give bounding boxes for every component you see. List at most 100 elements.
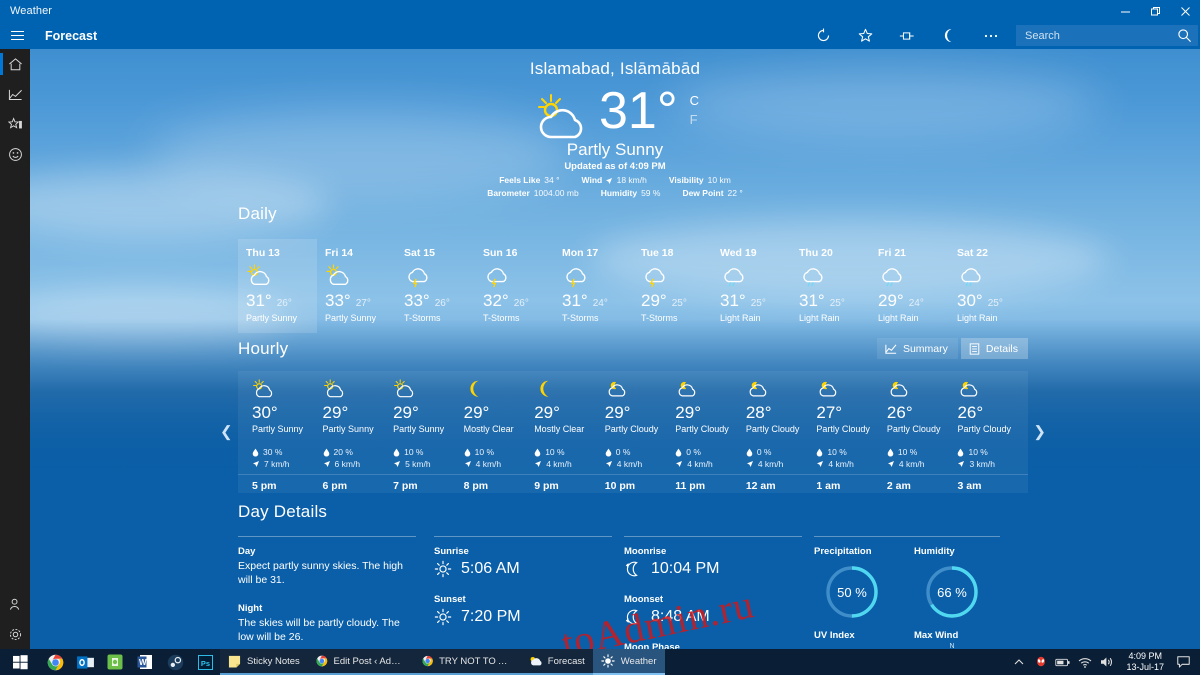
hourly-card[interactable]: 27° Partly Cloudy 10 % 4 km/h bbox=[816, 371, 887, 470]
partly-sunny-icon bbox=[393, 379, 464, 401]
sun-icon bbox=[434, 560, 452, 578]
daily-card-high: 33° bbox=[325, 291, 351, 311]
minimize-icon[interactable] bbox=[1110, 0, 1140, 22]
chevron-up-icon[interactable] bbox=[1008, 649, 1030, 675]
daily-card[interactable]: Fri 14 33° bbox=[317, 239, 396, 333]
daily-card[interactable]: Thu 20 31° 25° bbox=[791, 239, 870, 333]
outlook-icon[interactable] bbox=[70, 649, 100, 675]
hourly-card[interactable]: 29° Mostly Clear 10 % 4 km/h bbox=[534, 371, 605, 470]
tab-summary-label: Summary bbox=[903, 343, 948, 355]
taskbar-task-forecast[interactable]: Forecast bbox=[520, 649, 593, 675]
daily-card-low: 25° bbox=[830, 298, 845, 309]
hourly-section-title: Hourly bbox=[238, 339, 288, 359]
daily-card[interactable]: Wed 19 31° 25° bbox=[712, 239, 791, 333]
daily-card[interactable]: Fri 21 29° 24° bbox=[870, 239, 949, 333]
steam-icon[interactable] bbox=[160, 649, 190, 675]
hourly-stats: 10 % 4 km/h bbox=[464, 446, 535, 470]
tab-details[interactable]: Details bbox=[961, 338, 1028, 359]
hourly-card[interactable]: 29° Mostly Clear 10 % 4 km/h bbox=[464, 371, 535, 470]
hamburger-menu-icon[interactable] bbox=[2, 22, 32, 49]
current-condition-text: Partly Sunny bbox=[30, 140, 1200, 160]
day-details-column-moon: Moonrise 10:04 PM Moonset bbox=[624, 536, 814, 649]
daily-card-day: Sat 22 bbox=[957, 247, 1028, 259]
search-icon[interactable] bbox=[1177, 28, 1192, 48]
hourly-card[interactable]: 29° Partly Cloudy 0 % 4 km/h bbox=[605, 371, 676, 470]
volume-icon[interactable] bbox=[1096, 649, 1118, 675]
daily-card[interactable]: Sat 15 33° 26° T-Storms bbox=[396, 239, 475, 333]
taskbar-task-edit-post[interactable]: Edit Post ‹ Addictiv... bbox=[308, 649, 414, 675]
sidebar-item-favorites[interactable] bbox=[0, 109, 30, 139]
evernote-icon[interactable] bbox=[100, 649, 130, 675]
sidebar-item-maps[interactable] bbox=[0, 79, 30, 109]
windows-start-icon[interactable] bbox=[0, 649, 40, 675]
chevron-left-icon[interactable]: ❮ bbox=[220, 425, 233, 440]
restore-icon[interactable] bbox=[1140, 0, 1170, 22]
battery-icon[interactable] bbox=[1052, 649, 1074, 675]
hourly-card[interactable]: 29° Partly Sunny 10 % 5 km/h bbox=[393, 371, 464, 470]
search-input[interactable]: Search bbox=[1016, 25, 1198, 46]
partly-cloudy-night-icon bbox=[675, 379, 746, 401]
pin-icon[interactable] bbox=[886, 22, 928, 49]
hourly-card[interactable]: 28° Partly Cloudy 0 % 4 km/h bbox=[746, 371, 817, 470]
light-rain-icon bbox=[878, 264, 949, 290]
current-temperature: 31° bbox=[599, 83, 678, 139]
hourly-temp: 29° bbox=[393, 403, 464, 423]
moonset-label: Moonset bbox=[624, 594, 814, 605]
taskbar-task-try-not-to-aww[interactable]: TRY NOT TO AWW... bbox=[414, 649, 520, 675]
day-label: Day bbox=[238, 546, 434, 557]
moonset-value: 8:48 AM bbox=[651, 608, 710, 626]
wifi-icon[interactable] bbox=[1074, 649, 1096, 675]
daily-card[interactable]: Thu 13 31° bbox=[238, 239, 317, 333]
light-rain-icon bbox=[720, 264, 791, 290]
taskbar-task-sticky-notes[interactable]: Sticky Notes bbox=[220, 649, 308, 675]
hourly-section: Hourly Summary bbox=[238, 338, 1028, 493]
hourly-card[interactable]: 29° Partly Sunny 20 % 6 km/h bbox=[323, 371, 394, 470]
sidebar-item-settings[interactable] bbox=[0, 619, 30, 649]
close-icon[interactable] bbox=[1170, 0, 1200, 22]
hourly-card[interactable]: 29° Partly Cloudy 0 % 4 km/h bbox=[675, 371, 746, 470]
alien-icon[interactable] bbox=[1030, 649, 1052, 675]
sidebar-item-home[interactable] bbox=[0, 49, 30, 79]
sidebar-item-account[interactable] bbox=[0, 589, 30, 619]
notification-icon[interactable] bbox=[1172, 656, 1194, 668]
taskbar-task-weather[interactable]: Weather bbox=[593, 649, 665, 675]
photoshop-icon[interactable]: Ps bbox=[190, 649, 220, 675]
refresh-icon[interactable] bbox=[802, 22, 844, 49]
droplet-icon bbox=[323, 448, 330, 457]
taskbar-clock[interactable]: 4:09 PM 13-Jul-17 bbox=[1118, 651, 1172, 673]
daily-card[interactable]: Sat 22 30° 25° bbox=[949, 239, 1028, 333]
hourly-card[interactable]: 30° Partly Sunny 30 % 7 km/h bbox=[252, 371, 323, 470]
unit-celsius[interactable]: C bbox=[690, 91, 699, 110]
daily-card-high: 32° bbox=[483, 291, 509, 311]
droplet-icon bbox=[393, 448, 400, 457]
daily-card-low: 26° bbox=[514, 298, 529, 309]
more-icon[interactable] bbox=[970, 22, 1012, 49]
daily-card[interactable]: Tue 18 29° 25° T-Storms bbox=[633, 239, 712, 333]
daily-card[interactable]: Sun 16 32° 26° T-Storms bbox=[475, 239, 554, 333]
word-icon[interactable]: W bbox=[130, 649, 160, 675]
hourly-precip: 10 % bbox=[545, 447, 564, 457]
hourly-card[interactable]: 26° Partly Cloudy 10 % 4 km/h bbox=[887, 371, 958, 470]
daily-card[interactable]: Mon 17 31° 24° T-Storms bbox=[554, 239, 633, 333]
daily-card-day: Fri 21 bbox=[878, 247, 949, 259]
daily-card-condition: Light Rain bbox=[878, 313, 949, 323]
hourly-temp: 30° bbox=[252, 403, 323, 423]
taskbar-task-label: Edit Post ‹ Addictiv... bbox=[334, 656, 406, 667]
unit-fahrenheit[interactable]: F bbox=[690, 110, 699, 129]
chrome-icon bbox=[422, 654, 433, 668]
moon-icon[interactable] bbox=[928, 22, 970, 49]
hourly-time-axis: 5 pm 6 pm 7 pm 8 pm 9 pm 10 pm 11 pm 12 … bbox=[238, 474, 1028, 492]
smiley-icon bbox=[8, 147, 23, 162]
unit-toggle[interactable]: C F bbox=[690, 91, 699, 129]
droplet-icon bbox=[605, 448, 612, 457]
daily-card-high: 29° bbox=[878, 291, 904, 311]
favorite-star-icon[interactable] bbox=[844, 22, 886, 49]
tab-summary[interactable]: Summary bbox=[877, 338, 958, 359]
hourly-card[interactable]: 26° Partly Cloudy 10 % 3 km/h bbox=[957, 371, 1028, 470]
chevron-right-icon[interactable]: ❯ bbox=[1033, 425, 1046, 440]
sidebar-item-news[interactable] bbox=[0, 139, 30, 169]
chrome-icon[interactable] bbox=[40, 649, 70, 675]
daily-card-day: Thu 20 bbox=[799, 247, 870, 259]
max-wind-label: Max Wind bbox=[914, 630, 990, 641]
stat-dew-point: Dew Point22 ° bbox=[682, 188, 742, 198]
